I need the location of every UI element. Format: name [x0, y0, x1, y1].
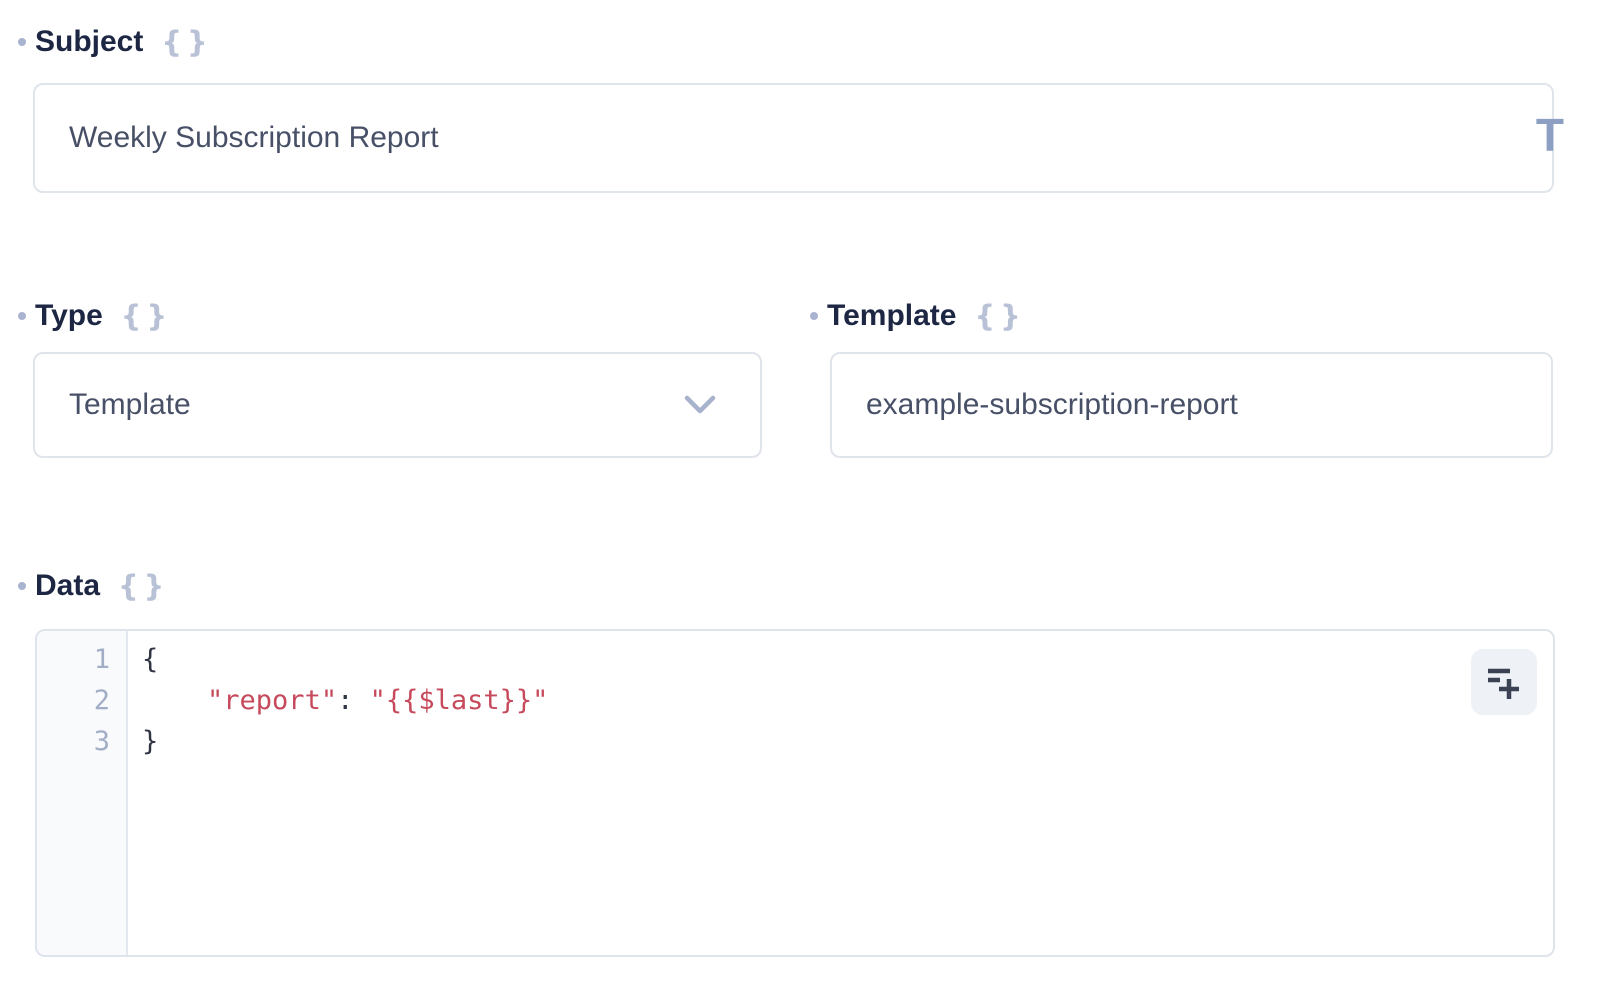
code-editor[interactable]: 123 { "report": "{{$last}}"}: [35, 629, 1555, 957]
line-number: 3: [37, 721, 126, 762]
data-label: Data {}: [35, 568, 169, 604]
code-line: {: [142, 639, 1553, 680]
template-label-text: Template: [827, 298, 956, 334]
required-marker: [18, 582, 26, 590]
type-select[interactable]: Template: [33, 352, 762, 458]
template-input[interactable]: [830, 352, 1553, 458]
braces-icon[interactable]: {}: [974, 298, 1025, 334]
template-label: Template {}: [827, 298, 1026, 334]
subject-label-text: Subject: [35, 24, 143, 60]
data-label-text: Data: [35, 568, 100, 604]
code-line: "report": "{{$last}}": [142, 680, 1553, 721]
braces-icon[interactable]: {}: [121, 298, 172, 334]
playlist-add-icon: [1484, 662, 1524, 702]
line-number: 2: [37, 680, 126, 721]
required-marker: [810, 312, 818, 320]
type-select-value: Template: [69, 388, 191, 422]
code-gutter: 123: [37, 631, 128, 955]
braces-icon[interactable]: {}: [118, 568, 169, 604]
subject-input[interactable]: [33, 83, 1554, 193]
braces-icon[interactable]: {}: [161, 24, 212, 60]
line-number: 1: [37, 639, 126, 680]
subject-label: Subject {}: [35, 24, 213, 60]
type-label: Type {}: [35, 298, 172, 334]
type-label-text: Type: [35, 298, 103, 334]
chevron-down-icon: [684, 395, 716, 415]
code-line: }: [142, 721, 1553, 762]
text-mode-icon[interactable]: T: [1536, 112, 1564, 158]
required-marker: [18, 312, 26, 320]
format-json-button[interactable]: [1471, 649, 1537, 715]
code-content[interactable]: { "report": "{{$last}}"}: [128, 631, 1553, 955]
required-marker: [18, 38, 26, 46]
